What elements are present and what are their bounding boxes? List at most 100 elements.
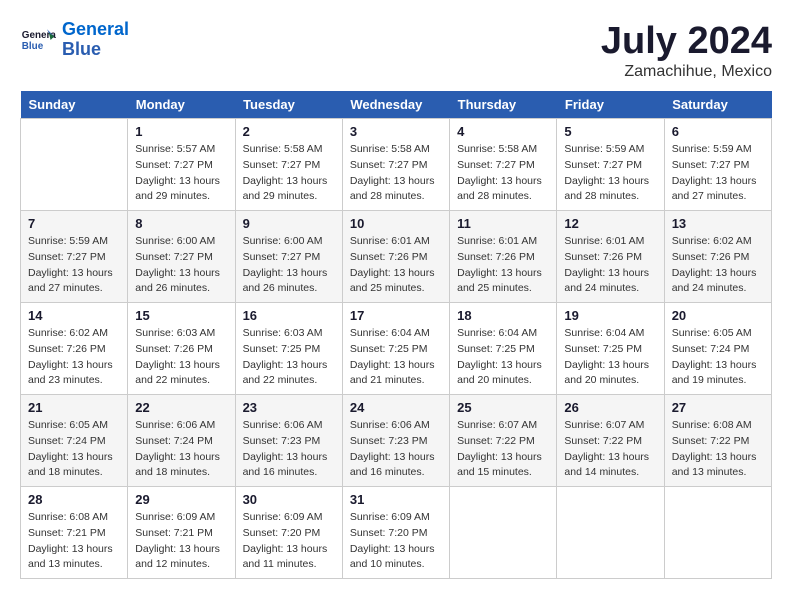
calendar-cell: 12 Sunrise: 6:01 AM Sunset: 7:26 PM Dayli… xyxy=(557,211,664,303)
day-number: 13 xyxy=(672,216,764,231)
page-title: July 2024 xyxy=(601,20,772,63)
header-tuesday: Tuesday xyxy=(235,91,342,119)
day-detail: Sunrise: 5:58 AM Sunset: 7:27 PM Dayligh… xyxy=(350,142,442,205)
day-number: 25 xyxy=(457,400,549,415)
calendar-cell: 24 Sunrise: 6:06 AM Sunset: 7:23 PM Dayli… xyxy=(342,395,449,487)
calendar-cell: 16Sunrise: 6:03 AM Sunset: 7:25 PM Dayli… xyxy=(235,303,342,395)
day-number: 3 xyxy=(350,124,442,139)
calendar-cell: 4Sunrise: 5:58 AM Sunset: 7:27 PM Daylig… xyxy=(450,119,557,211)
day-detail: Sunrise: 6:05 AM Sunset: 7:24 PM Dayligh… xyxy=(672,326,764,389)
day-number: 28 xyxy=(28,492,120,507)
calendar-cell: 6 Sunrise: 5:59 AM Sunset: 7:27 PM Daylig… xyxy=(664,119,771,211)
day-detail: Sunrise: 6:01 AM Sunset: 7:26 PM Dayligh… xyxy=(350,234,442,297)
calendar-cell: 7 Sunrise: 5:59 AM Sunset: 7:27 PM Daylig… xyxy=(21,211,128,303)
calendar-week-row: 21 Sunrise: 6:05 AM Sunset: 7:24 PM Dayli… xyxy=(21,395,772,487)
day-number: 12 xyxy=(564,216,656,231)
day-number: 1 xyxy=(135,124,227,139)
day-number: 26 xyxy=(564,400,656,415)
calendar-cell: 29Sunrise: 6:09 AM Sunset: 7:21 PM Dayli… xyxy=(128,487,235,579)
calendar-cell: 3 Sunrise: 5:58 AM Sunset: 7:27 PM Daylig… xyxy=(342,119,449,211)
header-monday: Monday xyxy=(128,91,235,119)
day-detail: Sunrise: 6:07 AM Sunset: 7:22 PM Dayligh… xyxy=(564,418,656,481)
day-detail: Sunrise: 5:57 AM Sunset: 7:27 PM Dayligh… xyxy=(135,142,227,205)
day-detail: Sunrise: 6:04 AM Sunset: 7:25 PM Dayligh… xyxy=(564,326,656,389)
calendar-cell: 27Sunrise: 6:08 AM Sunset: 7:22 PM Dayli… xyxy=(664,395,771,487)
calendar-cell: 10 Sunrise: 6:01 AM Sunset: 7:26 PM Dayli… xyxy=(342,211,449,303)
header-thursday: Thursday xyxy=(450,91,557,119)
calendar-cell: 17Sunrise: 6:04 AM Sunset: 7:25 PM Dayli… xyxy=(342,303,449,395)
day-number: 7 xyxy=(28,216,120,231)
day-detail: Sunrise: 5:59 AM Sunset: 7:27 PM Dayligh… xyxy=(564,142,656,205)
day-detail: Sunrise: 6:06 AM Sunset: 7:23 PM Dayligh… xyxy=(350,418,442,481)
day-detail: Sunrise: 6:09 AM Sunset: 7:20 PM Dayligh… xyxy=(243,510,335,573)
calendar-cell: 18 Sunrise: 6:04 AM Sunset: 7:25 PM Dayli… xyxy=(450,303,557,395)
calendar-cell xyxy=(21,119,128,211)
calendar-cell: 26 Sunrise: 6:07 AM Sunset: 7:22 PM Dayli… xyxy=(557,395,664,487)
calendar-cell: 11 Sunrise: 6:01 AM Sunset: 7:26 PM Dayli… xyxy=(450,211,557,303)
day-detail: Sunrise: 6:07 AM Sunset: 7:22 PM Dayligh… xyxy=(457,418,549,481)
day-number: 6 xyxy=(672,124,764,139)
calendar-cell: 8Sunrise: 6:00 AM Sunset: 7:27 PM Daylig… xyxy=(128,211,235,303)
calendar-cell: 19 Sunrise: 6:04 AM Sunset: 7:25 PM Dayli… xyxy=(557,303,664,395)
day-number: 15 xyxy=(135,308,227,323)
day-number: 16 xyxy=(243,308,335,323)
day-number: 19 xyxy=(564,308,656,323)
day-detail: Sunrise: 6:09 AM Sunset: 7:21 PM Dayligh… xyxy=(135,510,227,573)
calendar-header-row: SundayMondayTuesdayWednesdayThursdayFrid… xyxy=(21,91,772,119)
day-number: 21 xyxy=(28,400,120,415)
calendar-cell: 21 Sunrise: 6:05 AM Sunset: 7:24 PM Dayli… xyxy=(21,395,128,487)
calendar-cell: 5 Sunrise: 5:59 AM Sunset: 7:27 PM Daylig… xyxy=(557,119,664,211)
calendar-week-row: 28Sunrise: 6:08 AM Sunset: 7:21 PM Dayli… xyxy=(21,487,772,579)
day-number: 2 xyxy=(243,124,335,139)
day-detail: Sunrise: 6:06 AM Sunset: 7:24 PM Dayligh… xyxy=(135,418,227,481)
calendar-week-row: 1 Sunrise: 5:57 AM Sunset: 7:27 PM Daylig… xyxy=(21,119,772,211)
svg-text:Blue: Blue xyxy=(22,41,44,52)
logo-icon: General Blue xyxy=(20,22,56,58)
calendar-cell xyxy=(664,487,771,579)
calendar-cell: 25 Sunrise: 6:07 AM Sunset: 7:22 PM Dayli… xyxy=(450,395,557,487)
day-number: 31 xyxy=(350,492,442,507)
title-block: July 2024 Zamachihue, Mexico xyxy=(601,20,772,81)
day-number: 18 xyxy=(457,308,549,323)
day-number: 22 xyxy=(135,400,227,415)
header-sunday: Sunday xyxy=(21,91,128,119)
day-detail: Sunrise: 6:01 AM Sunset: 7:26 PM Dayligh… xyxy=(564,234,656,297)
calendar-cell: 31Sunrise: 6:09 AM Sunset: 7:20 PM Dayli… xyxy=(342,487,449,579)
day-number: 11 xyxy=(457,216,549,231)
day-detail: Sunrise: 6:05 AM Sunset: 7:24 PM Dayligh… xyxy=(28,418,120,481)
logo: General Blue General Blue xyxy=(20,20,129,60)
calendar-cell: 1 Sunrise: 5:57 AM Sunset: 7:27 PM Daylig… xyxy=(128,119,235,211)
day-number: 5 xyxy=(564,124,656,139)
day-number: 8 xyxy=(135,216,227,231)
day-number: 30 xyxy=(243,492,335,507)
calendar-table: SundayMondayTuesdayWednesdayThursdayFrid… xyxy=(20,91,772,579)
day-detail: Sunrise: 5:58 AM Sunset: 7:27 PM Dayligh… xyxy=(457,142,549,205)
header-friday: Friday xyxy=(557,91,664,119)
day-detail: Sunrise: 6:04 AM Sunset: 7:25 PM Dayligh… xyxy=(457,326,549,389)
header-saturday: Saturday xyxy=(664,91,771,119)
calendar-cell: 22 Sunrise: 6:06 AM Sunset: 7:24 PM Dayli… xyxy=(128,395,235,487)
calendar-cell: 28Sunrise: 6:08 AM Sunset: 7:21 PM Dayli… xyxy=(21,487,128,579)
day-detail: Sunrise: 5:59 AM Sunset: 7:27 PM Dayligh… xyxy=(672,142,764,205)
day-number: 17 xyxy=(350,308,442,323)
page-header: General Blue General Blue July 2024 Zama… xyxy=(20,20,772,81)
day-detail: Sunrise: 5:58 AM Sunset: 7:27 PM Dayligh… xyxy=(243,142,335,205)
day-number: 20 xyxy=(672,308,764,323)
calendar-cell: 14Sunrise: 6:02 AM Sunset: 7:26 PM Dayli… xyxy=(21,303,128,395)
page-subtitle: Zamachihue, Mexico xyxy=(601,63,772,81)
day-detail: Sunrise: 6:01 AM Sunset: 7:26 PM Dayligh… xyxy=(457,234,549,297)
day-detail: Sunrise: 6:03 AM Sunset: 7:26 PM Dayligh… xyxy=(135,326,227,389)
calendar-cell xyxy=(450,487,557,579)
calendar-cell: 30 Sunrise: 6:09 AM Sunset: 7:20 PM Dayli… xyxy=(235,487,342,579)
day-detail: Sunrise: 5:59 AM Sunset: 7:27 PM Dayligh… xyxy=(28,234,120,297)
logo-text: General Blue xyxy=(62,20,129,60)
calendar-week-row: 7 Sunrise: 5:59 AM Sunset: 7:27 PM Daylig… xyxy=(21,211,772,303)
day-detail: Sunrise: 6:06 AM Sunset: 7:23 PM Dayligh… xyxy=(243,418,335,481)
day-number: 24 xyxy=(350,400,442,415)
day-number: 10 xyxy=(350,216,442,231)
calendar-cell: 2 Sunrise: 5:58 AM Sunset: 7:27 PM Daylig… xyxy=(235,119,342,211)
calendar-cell: 23Sunrise: 6:06 AM Sunset: 7:23 PM Dayli… xyxy=(235,395,342,487)
day-number: 14 xyxy=(28,308,120,323)
calendar-cell: 9Sunrise: 6:00 AM Sunset: 7:27 PM Daylig… xyxy=(235,211,342,303)
calendar-cell xyxy=(557,487,664,579)
